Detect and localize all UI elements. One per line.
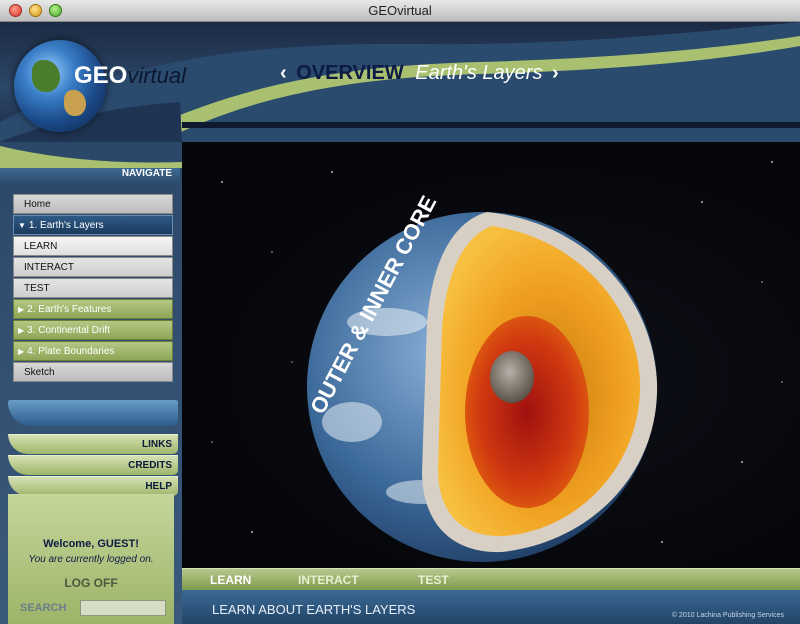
search-label: SEARCH xyxy=(20,602,67,614)
links-button[interactable]: LINKS xyxy=(8,434,178,454)
sidebar: NAVIGATE Home ▼ 1. Earth's Layers LEARN I… xyxy=(0,142,182,624)
tab-learn[interactable]: LEARN xyxy=(210,573,251,587)
help-button[interactable]: HELP xyxy=(8,476,178,496)
welcome-panel: Welcome, GUEST! You are currently logged… xyxy=(8,494,174,624)
window-titlebar: GEOvirtual xyxy=(0,0,800,22)
tab-test[interactable]: TEST xyxy=(418,573,449,587)
nav-list: Home ▼ 1. Earth's Layers LEARN INTERACT T… xyxy=(13,194,173,383)
previous-section-button[interactable]: ‹ xyxy=(280,62,287,84)
nav-item-earths-features[interactable]: ▶ 2. Earth's Features xyxy=(13,299,173,319)
description-bar: LEARN ABOUT EARTH'S LAYERS © 2010 Lachin… xyxy=(182,590,800,624)
copyright-notice: © 2010 Lachina Publishing Services xyxy=(671,612,784,619)
section-description: LEARN ABOUT EARTH'S LAYERS xyxy=(212,602,416,617)
window-title: GEOvirtual xyxy=(368,3,432,18)
welcome-message: Welcome, GUEST! xyxy=(43,538,139,550)
nav-item-earths-layers[interactable]: ▼ 1. Earth's Layers xyxy=(13,215,173,235)
login-status: You are currently logged on. xyxy=(28,554,154,565)
earth-layers-illustration xyxy=(211,161,783,562)
app-logo: GEOvirtual xyxy=(74,62,186,90)
section-label: OVERVIEW xyxy=(296,62,404,84)
navigate-header: NAVIGATE xyxy=(0,168,180,184)
credits-button[interactable]: CREDITS xyxy=(8,455,178,475)
triangle-down-icon: ▼ xyxy=(18,221,26,230)
logo-virtual: virtual xyxy=(127,63,187,88)
section-heading: ‹ OVERVIEW Earth's Layers › xyxy=(276,62,563,85)
tab-interact[interactable]: INTERACT xyxy=(298,573,359,587)
nav-item-home[interactable]: Home xyxy=(13,194,173,214)
nav-item-learn[interactable]: LEARN xyxy=(13,236,173,256)
nav-item-continental-drift[interactable]: ▶ 3. Continental Drift xyxy=(13,320,173,340)
triangle-right-icon: ▶ xyxy=(18,326,25,335)
main-content: OUTER & INNER CORE LEARN INTERACT TEST L… xyxy=(182,142,800,624)
content-tab-bar: LEARN INTERACT TEST xyxy=(182,568,800,590)
log-off-button[interactable]: LOG OFF xyxy=(8,576,174,590)
sidebar-blue-band xyxy=(8,400,178,426)
logo-geo: GEO xyxy=(74,62,128,89)
triangle-right-icon: ▶ xyxy=(18,347,25,356)
nav-item-sketch[interactable]: Sketch xyxy=(13,362,173,382)
app-header: GEOvirtual ‹ OVERVIEW Earth's Layers › xyxy=(0,22,800,142)
sidebar-curve-decoration xyxy=(0,142,182,168)
triangle-right-icon: ▶ xyxy=(18,305,25,314)
nav-item-interact[interactable]: INTERACT xyxy=(13,257,173,277)
search-input[interactable] xyxy=(80,600,166,616)
next-section-button[interactable]: › xyxy=(552,62,559,84)
nav-item-test[interactable]: TEST xyxy=(13,278,173,298)
topic-label: Earth's Layers xyxy=(415,62,543,84)
nav-item-plate-boundaries[interactable]: ▶ 4. Plate Boundaries xyxy=(13,341,173,361)
